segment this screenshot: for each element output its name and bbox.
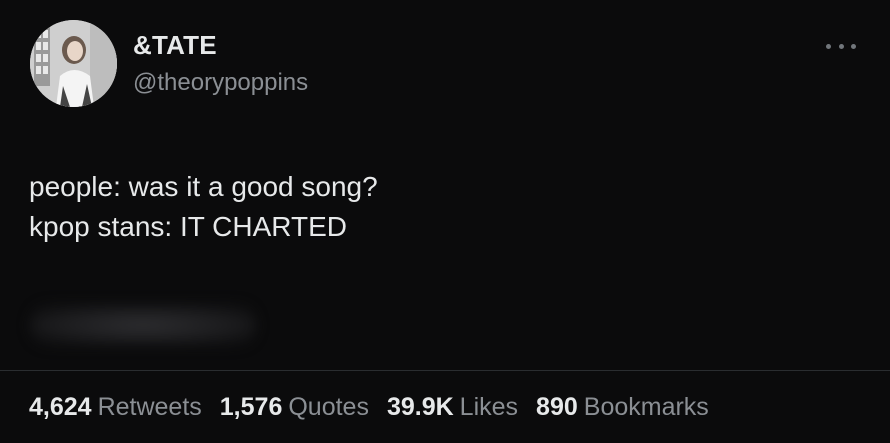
tweet-line: people: was it a good song?	[29, 171, 378, 202]
stat-label: Bookmarks	[583, 393, 709, 421]
tweet-text: people: was it a good song? kpop stans: …	[29, 167, 378, 247]
stat-value: 39.9K	[386, 393, 454, 421]
avatar[interactable]	[30, 20, 117, 107]
user-handle[interactable]: @theorypoppins	[133, 69, 308, 97]
stat-value: 4,624	[29, 393, 92, 421]
stat-label: Likes	[459, 393, 519, 421]
stat-quotes[interactable]: 1,576 Quotes	[220, 393, 369, 422]
stat-retweets[interactable]: 4,624 Retweets	[29, 393, 202, 422]
dot	[826, 43, 831, 49]
display-name[interactable]: &TATE	[133, 30, 217, 61]
tweet-card: &TATE @theorypoppins people: was it a go…	[0, 0, 890, 443]
tweet-line: kpop stans: IT CHARTED	[29, 211, 347, 242]
stat-value: 890	[536, 393, 578, 421]
stat-label: Quotes	[288, 393, 369, 421]
stat-label: Retweets	[97, 393, 202, 421]
stat-bookmarks[interactable]: 890 Bookmarks	[536, 393, 709, 422]
blurred-timestamp	[30, 305, 256, 345]
engagement-stats: 4,624 Retweets 1,576 Quotes 39.9K Likes 890…	[29, 393, 709, 422]
dot	[838, 43, 844, 49]
stat-likes[interactable]: 39.9K Likes	[387, 393, 518, 422]
more-horizontal-icon[interactable]	[826, 40, 856, 52]
dot	[851, 43, 856, 49]
divider	[0, 370, 890, 371]
stat-value: 1,576	[219, 393, 283, 421]
